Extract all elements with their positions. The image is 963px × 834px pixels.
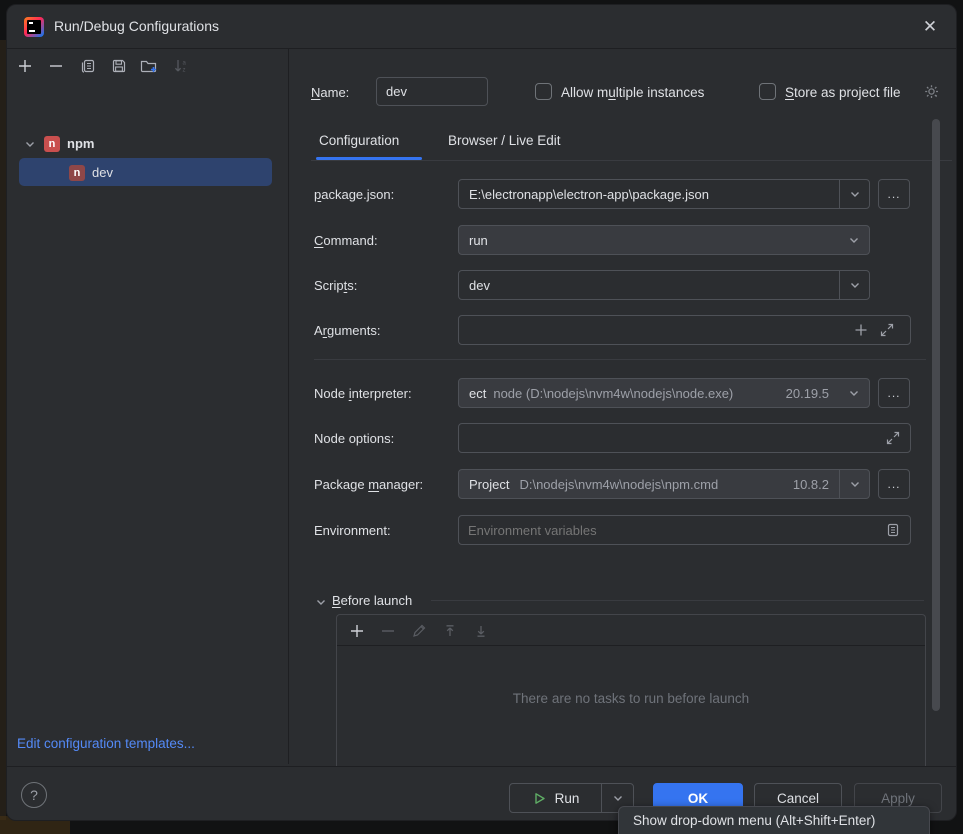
gear-icon[interactable]	[922, 82, 942, 107]
package-manager-browse-button[interactable]: ...	[878, 469, 910, 499]
edit-configuration-templates-link[interactable]: Edit configuration templates...	[17, 736, 195, 751]
package-manager-dropdown[interactable]: Project D:\nodejs\nvm4w\nodejs\npm.cmd 1…	[458, 469, 870, 499]
name-input[interactable]	[376, 77, 488, 106]
expand-icon[interactable]	[879, 322, 895, 343]
node-interpreter-dropdown[interactable]: ect node (D:\nodejs\nvm4w\nodejs\node.ex…	[458, 378, 870, 408]
before-launch-empty-text: There are no tasks to run before launch	[512, 691, 750, 706]
command-label: Command:	[314, 233, 378, 248]
scripts-label: Scripts:	[314, 278, 358, 293]
tab-configuration[interactable]: Configuration	[319, 133, 399, 148]
add-icon[interactable]	[853, 322, 869, 343]
node-options-label: Node options:	[314, 431, 395, 446]
configurations-sidebar: az n npm n dev Edit configuration templa…	[7, 49, 289, 764]
environment-variables-icon[interactable]	[885, 522, 901, 543]
chevron-down-icon[interactable]	[23, 137, 37, 151]
add-configuration-icon[interactable]	[15, 56, 35, 76]
npm-icon: n	[44, 135, 60, 152]
package-json-label: package.json:	[314, 187, 395, 202]
run-button-label: Run	[554, 790, 580, 806]
intellij-logo-icon	[24, 17, 44, 37]
save-configuration-icon[interactable]	[109, 56, 129, 76]
active-tab-indicator	[316, 157, 422, 160]
name-label: Name:	[311, 85, 350, 100]
chevron-down-icon[interactable]	[839, 180, 869, 208]
copy-configuration-icon[interactable]	[78, 56, 98, 76]
command-dropdown[interactable]: run	[458, 225, 870, 255]
chevron-down-icon[interactable]	[839, 271, 869, 299]
new-folder-icon[interactable]	[139, 56, 159, 76]
chevron-down-icon[interactable]	[839, 470, 869, 498]
expand-icon[interactable]	[885, 430, 901, 451]
remove-task-icon[interactable]	[378, 621, 397, 640]
before-launch-collapse-icon[interactable]	[314, 595, 328, 614]
add-task-icon[interactable]	[347, 621, 366, 640]
package-manager-label: Package manager:	[314, 477, 424, 492]
before-launch-divider	[431, 600, 924, 601]
chevron-down-icon[interactable]	[839, 379, 869, 407]
tree-item-label: npm	[67, 136, 95, 151]
allow-multiple-instances-checkbox[interactable]	[535, 83, 552, 100]
screen: Run/Debug Configurations ✕ a z n npm n d…	[0, 0, 963, 834]
tooltip: Show drop-down menu (Alt+Shift+Enter)	[618, 806, 930, 834]
package-json-browse-button[interactable]: ...	[878, 179, 910, 209]
sort-alphabetically-icon[interactable]: az	[171, 56, 191, 76]
svg-text:a: a	[183, 61, 187, 67]
edit-task-icon[interactable]	[409, 621, 428, 640]
interpreter-version: 20.19.5	[785, 385, 829, 401]
environment-input[interactable]	[458, 515, 911, 545]
before-launch-title[interactable]: Before launch	[332, 593, 412, 608]
package-json-combobox[interactable]: E:\electronapp\electron-app\package.json	[458, 179, 870, 209]
title-bar: Run/Debug Configurations ✕	[7, 5, 956, 49]
chevron-down-icon[interactable]	[839, 226, 869, 254]
remove-configuration-icon[interactable]	[46, 56, 66, 76]
environment-label: Environment:	[314, 523, 391, 538]
tabs-divider	[311, 160, 952, 161]
svg-text:z: z	[183, 68, 186, 74]
tree-item-npm[interactable]: n npm	[7, 130, 288, 157]
section-separator	[314, 359, 926, 360]
scripts-combobox[interactable]: dev	[458, 270, 870, 300]
allow-multiple-instances-label: Allow multiple instances	[561, 85, 705, 100]
tab-browser-live-edit[interactable]: Browser / Live Edit	[448, 133, 561, 148]
move-down-icon[interactable]	[471, 621, 490, 640]
tree-item-dev[interactable]: n dev	[7, 159, 288, 186]
arguments-input[interactable]	[458, 315, 911, 345]
help-button[interactable]: ?	[21, 782, 47, 808]
node-options-input[interactable]	[458, 423, 911, 453]
run-split-button[interactable]: Run	[509, 783, 634, 813]
node-interpreter-browse-button[interactable]: ...	[878, 378, 910, 408]
vertical-scrollbar[interactable]	[932, 119, 940, 711]
arguments-label: Arguments:	[314, 323, 381, 338]
store-as-project-file-label: Store as project file	[785, 85, 901, 100]
run-debug-configurations-dialog: Run/Debug Configurations ✕ a z n npm n d…	[6, 4, 957, 821]
tree-item-label: dev	[92, 165, 113, 180]
package-manager-version: 10.8.2	[792, 476, 829, 492]
play-icon	[534, 792, 545, 804]
before-launch-tasks-panel: There are no tasks to run before launch	[336, 614, 926, 766]
before-launch-toolbar	[337, 615, 925, 646]
node-interpreter-label: Node interpreter:	[314, 386, 412, 401]
close-icon[interactable]: ✕	[918, 15, 942, 39]
dialog-title: Run/Debug Configurations	[54, 18, 219, 34]
store-as-project-file-checkbox[interactable]	[759, 83, 776, 100]
npm-icon: n	[69, 164, 85, 181]
footer-divider	[7, 766, 956, 767]
sidebar-toolbar: az	[7, 49, 288, 83]
move-up-icon[interactable]	[440, 621, 459, 640]
